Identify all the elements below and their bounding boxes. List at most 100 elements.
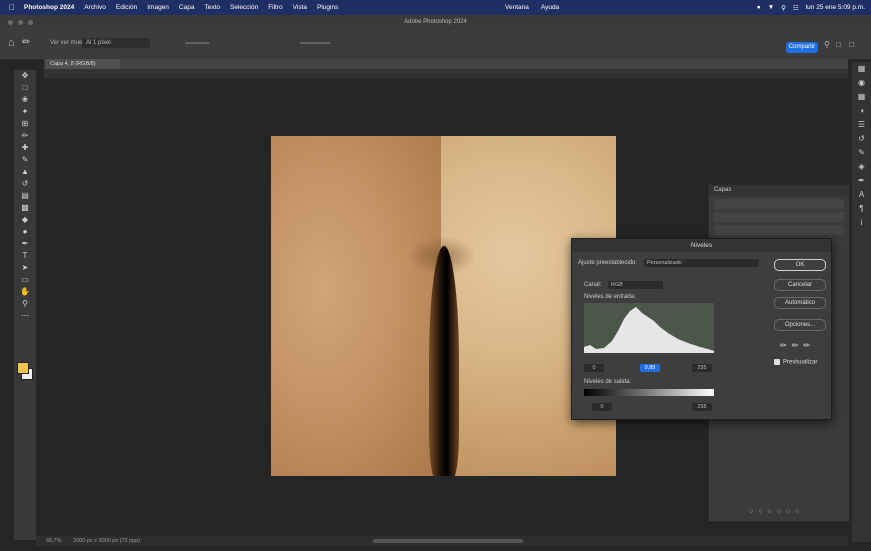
eyedropper-tool-icon[interactable]: ✏ bbox=[22, 37, 30, 48]
history-brush-icon[interactable]: ↺ bbox=[14, 178, 36, 190]
adjustments-icon[interactable]: ◑ bbox=[852, 104, 871, 118]
layer-filter-row[interactable] bbox=[714, 199, 844, 209]
document-canvas[interactable] bbox=[271, 136, 616, 476]
preview-label: Previsualizar bbox=[783, 359, 818, 366]
hand-icon[interactable]: ✋ bbox=[14, 286, 36, 298]
preset-select[interactable]: Personalizado bbox=[644, 259, 759, 267]
shape-icon[interactable]: ▭ bbox=[14, 274, 36, 286]
character-icon[interactable]: A bbox=[852, 188, 871, 202]
menu-window[interactable]: Ventana bbox=[505, 4, 529, 11]
channel-select[interactable]: RGB bbox=[608, 281, 663, 289]
path-select-icon[interactable]: ➤ bbox=[14, 262, 36, 274]
tools-panel: ✥ □ ❀ ✦ ⊞ ✏ ✚ ✎ ▲ ↺ ▤ ▩ ◆ ● ✒ T ➤ ▭ ✋ ⚲ … bbox=[14, 70, 36, 540]
show-ring-option-icon[interactable]: ▬▬▬▬▬ bbox=[300, 40, 330, 46]
eraser-icon[interactable]: ▤ bbox=[14, 190, 36, 202]
options-button[interactable]: Opciones... bbox=[774, 319, 826, 331]
sample-size-select[interactable]: Al 1 píxel bbox=[82, 38, 150, 48]
eyedropper-icon[interactable]: ✏ bbox=[14, 130, 36, 142]
layer-blend-row[interactable] bbox=[714, 212, 844, 222]
zoom-level[interactable]: 66,7% bbox=[46, 538, 62, 544]
document-info[interactable]: 3000 px x 3000 px (72 ppp) bbox=[73, 538, 140, 544]
menu-layer[interactable]: Capa bbox=[179, 4, 195, 11]
properties-icon[interactable]: ☰ bbox=[852, 118, 871, 132]
channels-icon[interactable]: ◈ bbox=[852, 160, 871, 174]
layer-lock-row[interactable] bbox=[714, 225, 844, 235]
pen-icon[interactable]: ✒ bbox=[14, 238, 36, 250]
input-levels-label: Niveles de entrada: bbox=[584, 294, 636, 300]
layers-panel-title[interactable]: Capas bbox=[709, 185, 849, 196]
paragraph-icon[interactable]: ¶ bbox=[852, 202, 871, 216]
type-icon[interactable]: T bbox=[14, 250, 36, 262]
marquee-icon[interactable]: □ bbox=[14, 82, 36, 94]
menu-filter[interactable]: Filtro bbox=[268, 4, 282, 11]
more-icon[interactable]: ⋯ bbox=[14, 310, 36, 322]
search-icon[interactable]: ⚲ bbox=[781, 4, 786, 12]
sample-layers-option-icon[interactable]: ▬▬▬▬ bbox=[185, 40, 209, 46]
window-controls[interactable] bbox=[8, 20, 33, 25]
histogram bbox=[584, 303, 714, 353]
blur-icon[interactable]: ◆ bbox=[14, 214, 36, 226]
crop-icon[interactable]: ⊞ bbox=[14, 118, 36, 130]
wifi-icon[interactable]: ▼ bbox=[768, 4, 774, 11]
swatches-icon[interactable]: ▦ bbox=[852, 90, 871, 104]
eyedropper-icons[interactable]: ✏✏✏ bbox=[780, 341, 815, 350]
menu-file[interactable]: Archivo bbox=[84, 4, 106, 11]
ok-button[interactable]: OK bbox=[774, 259, 826, 271]
minimize-window-button[interactable] bbox=[18, 20, 23, 25]
brush-settings-icon[interactable]: ✎ bbox=[852, 146, 871, 160]
window-titlebar: Adobe Photoshop 2024 bbox=[0, 15, 871, 29]
gradient-icon[interactable]: ▩ bbox=[14, 202, 36, 214]
healing-icon[interactable]: ✚ bbox=[14, 142, 36, 154]
clock[interactable]: lun 25 ene 5:09 p.m. bbox=[806, 4, 865, 11]
input-black-field[interactable]: 0 bbox=[584, 364, 604, 372]
move-icon[interactable]: ✥ bbox=[14, 70, 36, 82]
levels-dialog-title: Niveles bbox=[572, 239, 831, 252]
menu-plugins[interactable]: Plugins bbox=[317, 4, 338, 11]
control-center-icon[interactable]: ☷ bbox=[793, 4, 799, 12]
menu-edit[interactable]: Edición bbox=[116, 4, 137, 11]
menu-type[interactable]: Texto bbox=[204, 4, 220, 11]
horizontal-scrollbar[interactable] bbox=[373, 539, 523, 543]
home-icon[interactable]: ⌂ bbox=[8, 37, 15, 49]
levels-dialog: Niveles Ajuste preestablecido: Personali… bbox=[571, 238, 832, 420]
document-tab[interactable]: Capa 4, 8 (RGB/8) bbox=[46, 59, 120, 69]
skin-crease bbox=[429, 246, 459, 476]
input-white-field[interactable]: 255 bbox=[692, 364, 712, 372]
history-icon[interactable]: ↺ bbox=[852, 132, 871, 146]
creative-cloud-icon[interactable]: ● bbox=[757, 4, 761, 11]
skin-left-region bbox=[271, 136, 441, 476]
menu-select[interactable]: Selección bbox=[230, 4, 258, 11]
color-icon[interactable]: ◉ bbox=[852, 76, 871, 90]
lasso-icon[interactable]: ❀ bbox=[14, 94, 36, 106]
auto-button[interactable]: Automático bbox=[774, 297, 826, 309]
output-white-field[interactable]: 255 bbox=[692, 403, 712, 411]
share-button[interactable]: Compartir bbox=[786, 42, 818, 53]
magic-wand-icon[interactable]: ✦ bbox=[14, 106, 36, 118]
brush-icon[interactable]: ✎ bbox=[14, 154, 36, 166]
zoom-window-button[interactable] bbox=[28, 20, 33, 25]
menu-image[interactable]: Imagen bbox=[147, 4, 169, 11]
arrange-icon[interactable]: □ bbox=[849, 40, 854, 49]
app-menu[interactable]: Photoshop 2024 bbox=[24, 4, 74, 11]
layers-footer-icons[interactable]: ○○○○○○ bbox=[749, 508, 804, 515]
preview-checkbox[interactable]: Previsualizar bbox=[774, 359, 817, 366]
info-icon[interactable]: i bbox=[852, 216, 871, 230]
output-black-field[interactable]: 0 bbox=[592, 403, 612, 411]
checkbox-icon[interactable] bbox=[774, 359, 780, 365]
output-gradient[interactable] bbox=[584, 389, 714, 396]
stamp-icon[interactable]: ▲ bbox=[14, 166, 36, 178]
zoom-icon[interactable]: ⚲ bbox=[14, 298, 36, 310]
cancel-button[interactable]: Cancelar bbox=[774, 279, 826, 291]
menu-view[interactable]: Vista bbox=[293, 4, 307, 11]
menu-help[interactable]: Ayuda bbox=[541, 4, 559, 11]
close-window-button[interactable] bbox=[8, 20, 13, 25]
search-icon[interactable]: ⚲ bbox=[824, 40, 830, 49]
menu-bar:  Photoshop 2024 Archivo Edición Imagen … bbox=[0, 0, 871, 15]
input-gamma-field[interactable]: 0,89 bbox=[640, 364, 660, 372]
layers-panel-icon[interactable]: ▦ bbox=[852, 62, 871, 76]
foreground-color-swatch[interactable] bbox=[17, 362, 29, 374]
apple-menu-icon[interactable]:  bbox=[9, 3, 15, 12]
paths-icon[interactable]: ✒ bbox=[852, 174, 871, 188]
workspace-icon[interactable]: □ bbox=[836, 40, 841, 49]
dodge-icon[interactable]: ● bbox=[14, 226, 36, 238]
